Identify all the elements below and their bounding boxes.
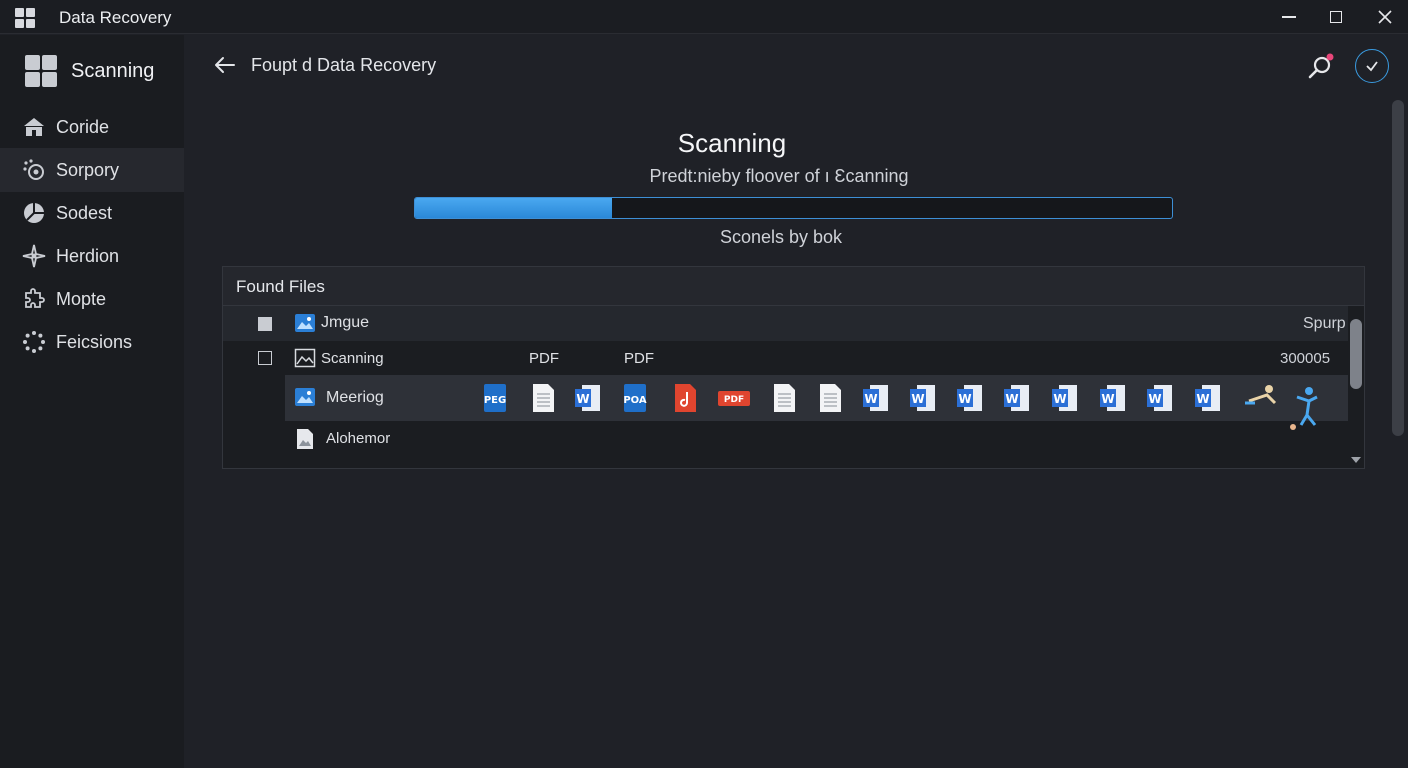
image-file-icon <box>295 388 315 406</box>
sidebar-item-sorpory[interactable]: Sorpory <box>0 148 184 192</box>
word-icon: W <box>1052 385 1077 411</box>
minimize-button[interactable] <box>1266 0 1312 34</box>
scan-title: Scanning <box>677 128 787 158</box>
file-name: Scanning <box>321 350 384 367</box>
puzzle-icon <box>25 288 45 308</box>
file-list-header-row: Jmgue Spurp <box>223 306 1348 341</box>
found-files-title: Found Files <box>236 277 325 296</box>
svg-text:W: W <box>1101 392 1114 406</box>
word-icon: W <box>575 385 600 411</box>
app-grid-icon <box>25 55 57 87</box>
main-scrollbar[interactable] <box>1392 100 1404 436</box>
arrow-left-icon <box>215 57 235 73</box>
confirm-button[interactable] <box>1355 49 1389 83</box>
svg-text:W: W <box>1196 392 1209 406</box>
sidebar-item-coride[interactable]: Coride <box>0 105 184 149</box>
document-icon <box>820 384 841 412</box>
close-icon <box>1378 10 1392 24</box>
sidebar-item-mopte[interactable]: Mopte <box>0 277 184 321</box>
sparkle-icon <box>22 244 46 268</box>
file-name: Alohemor <box>326 430 391 447</box>
poa-file-icon: POA <box>623 384 647 412</box>
sidebar-item-herdion[interactable]: Herdion <box>0 234 184 278</box>
sidebar-item-label: Mopte <box>56 288 107 309</box>
window-title: Data Recovery <box>59 8 172 27</box>
sidebar-item-label: Sorpory <box>56 159 120 180</box>
sidebar-item-label: Feicsions <box>56 331 133 352</box>
size-column-header: Spurp <box>1303 315 1346 332</box>
sidebar-item-sodest[interactable]: Sodest <box>0 191 184 235</box>
sidebar-item-feicsions[interactable]: Feicsions <box>0 320 184 364</box>
scroll-down-arrow-icon[interactable] <box>1351 457 1361 463</box>
image-file-icon <box>295 314 315 332</box>
sidebar-item-label: Sodest <box>56 202 113 223</box>
check-icon <box>1366 61 1378 72</box>
page-title: Foupt d Data Recovery <box>251 55 437 75</box>
close-button[interactable] <box>1362 0 1408 34</box>
home-icon <box>24 118 44 136</box>
search-button[interactable] <box>1304 51 1336 83</box>
svg-text:W: W <box>1005 392 1018 406</box>
jpeg-label: PEG <box>484 395 506 406</box>
sidebar-item-label: Herdion <box>56 245 120 266</box>
jpeg-file-icon: PEG <box>484 384 506 412</box>
scan-icon <box>23 159 44 180</box>
minimize-icon <box>1282 16 1296 18</box>
svg-text:W: W <box>1053 392 1066 406</box>
word-icon: W <box>1100 385 1125 411</box>
figure-illustration-icon <box>1245 385 1277 405</box>
pdf-label: PDF <box>724 395 744 405</box>
file-list-scroll-thumb[interactable] <box>1350 319 1362 389</box>
svg-text:W: W <box>1148 392 1161 406</box>
word-icon: W <box>1147 385 1172 411</box>
sidebar-header: Scanning <box>25 55 154 87</box>
word-icon: W <box>910 385 935 411</box>
pdf-file-icon: PDF <box>718 391 750 406</box>
file-type-secondary: PDF <box>624 350 654 367</box>
word-icon: W <box>1195 385 1220 411</box>
svg-text:W: W <box>576 392 589 406</box>
pie-icon <box>24 203 44 223</box>
sidebar: Scanning Coride Sorpory Sodest Herdion M… <box>0 35 184 768</box>
image-outline-icon <box>294 348 316 368</box>
word-icon: W <box>1004 385 1029 411</box>
found-files-header: Found Files <box>223 267 1364 306</box>
file-name-column-header: Jmgue <box>321 314 370 331</box>
scan-status: Sconels by bok <box>719 227 843 247</box>
row-checkbox[interactable] <box>258 351 272 365</box>
dots-ring-icon <box>23 331 45 353</box>
document-icon <box>533 384 554 412</box>
file-type: PDF <box>529 350 559 367</box>
scan-progress-bar <box>414 197 1173 219</box>
svg-text:W: W <box>958 392 971 406</box>
title-bar: Data Recovery <box>0 0 1408 34</box>
sidebar-header-label: Scanning <box>71 59 155 82</box>
svg-text:W: W <box>864 392 877 406</box>
scan-subtitle: Predt:nieby floover of ı Ɛcanning <box>649 166 909 186</box>
found-files-panel: Found Files Jmgue Spurp Scanning PDF PDF… <box>222 266 1365 469</box>
svg-text:W: W <box>911 392 924 406</box>
audio-file-icon <box>675 384 696 412</box>
document-image-icon <box>297 429 313 449</box>
document-icon <box>774 384 795 412</box>
word-icon: W <box>957 385 982 411</box>
scan-progress-fill <box>415 198 612 218</box>
file-row[interactable]: Scanning PDF PDF 300005 <box>223 341 1348 375</box>
poa-label: POA <box>623 395 647 406</box>
search-icon <box>1308 53 1334 79</box>
select-all-checkbox[interactable] <box>258 317 272 331</box>
maximize-icon <box>1330 11 1342 23</box>
file-row[interactable]: Alohemor <box>223 421 1348 461</box>
sidebar-item-label: Coride <box>56 116 110 137</box>
file-size: 300005 <box>1280 350 1331 367</box>
app-grid-icon <box>15 8 35 28</box>
file-row-selected[interactable]: Meeriog PEG W POA PDF W W W W W W W W <box>285 375 1348 430</box>
maximize-button[interactable] <box>1313 0 1359 34</box>
word-icon: W <box>863 385 888 411</box>
file-name: Meeriog <box>326 389 384 406</box>
back-button[interactable] <box>212 52 238 78</box>
